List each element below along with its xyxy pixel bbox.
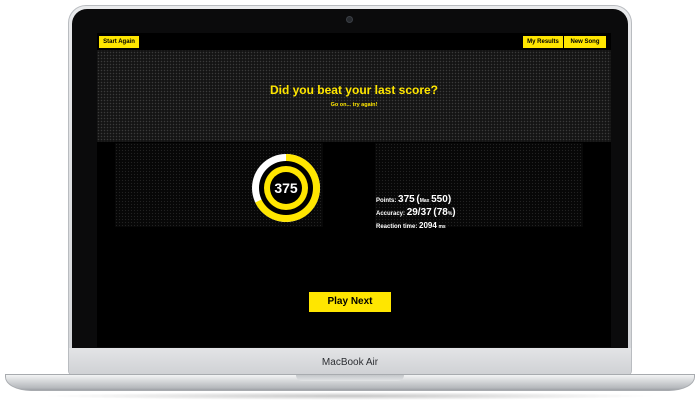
reaction-unit: ms — [438, 224, 446, 230]
reaction-label: Reaction time: — [376, 224, 418, 230]
accuracy-value: 29/37 — [406, 207, 432, 218]
points-value: 375 — [398, 194, 415, 205]
accuracy-row: Accuracy: 29/37 (78%) — [376, 207, 526, 220]
page-subtitle: Go on... try again! — [330, 102, 378, 108]
stats-block: Points: 375 (Max 550) Accuracy: 29/37 (7… — [376, 194, 526, 233]
accuracy-percent-open: (78 — [433, 207, 448, 218]
score-value: 375 — [274, 180, 298, 196]
points-row: Points: 375 (Max 550) — [376, 194, 526, 207]
start-again-button[interactable]: Start Again — [99, 36, 139, 48]
lid-opening-notch — [296, 375, 404, 381]
play-next-button[interactable]: Play Next — [309, 292, 391, 312]
accuracy-label: Accuracy: — [376, 211, 406, 217]
laptop-shadow — [40, 392, 660, 400]
max-close: ) — [447, 194, 452, 205]
max-value: 550 — [431, 194, 448, 205]
app-screen: Start Again My Results New Song Did you … — [97, 33, 611, 347]
reaction-value: 2094 — [419, 221, 437, 230]
my-results-button[interactable]: My Results — [523, 36, 563, 48]
camera-icon — [346, 16, 353, 23]
brand-label: MacBook Air — [321, 357, 379, 368]
points-label: Points: — [376, 198, 397, 204]
max-label: Max — [419, 198, 430, 204]
accuracy-percent-close: ) — [452, 207, 456, 218]
reaction-row: Reaction time: 2094 ms — [376, 220, 526, 233]
new-song-button[interactable]: New Song — [564, 36, 606, 48]
page-title: Did you beat your last score? — [269, 83, 439, 97]
